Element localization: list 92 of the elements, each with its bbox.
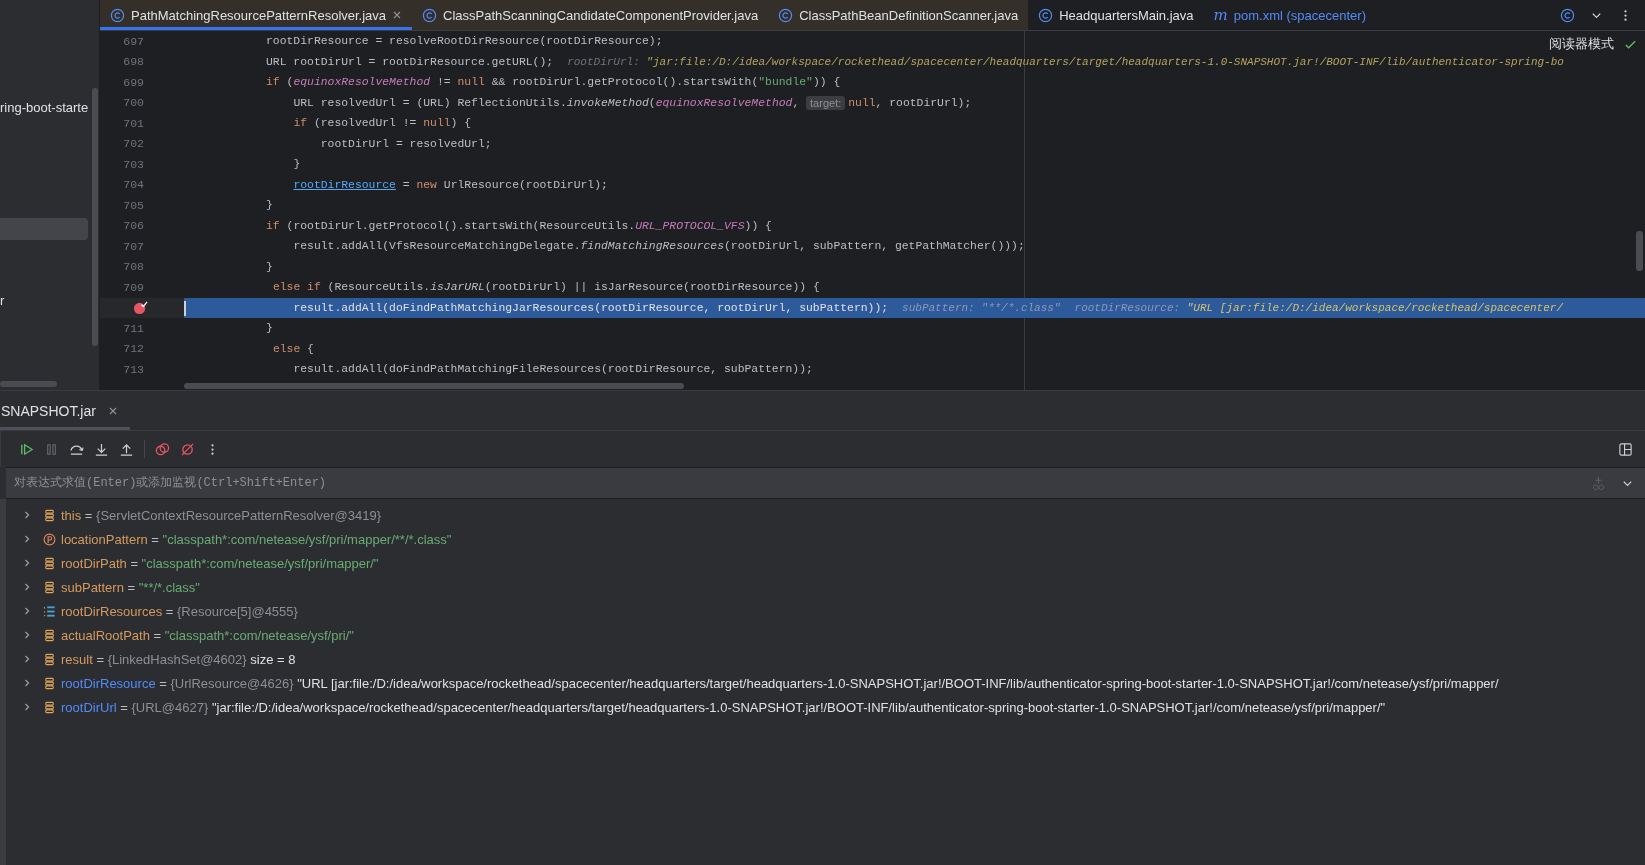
field-icon	[43, 508, 56, 522]
code-line: result.addAll(doFindPathMatchingFileResources(rootDirResource, subPattern));	[292, 363, 813, 376]
project-tree-item[interactable]: ring-boot-starte	[0, 97, 88, 119]
parameter-icon	[43, 532, 56, 546]
variable-entry: rootDirPath = "classpath*:com/netease/ysf/pri/mapper/"	[61, 555, 379, 571]
field-icon	[43, 652, 56, 666]
line-number: 704	[123, 178, 144, 192]
tab-label: pom.xml (spacecenter)	[1233, 7, 1366, 23]
expression-input[interactable]: 对表达式求值(Enter)或添加监视(Ctrl+Shift+Enter)	[6, 469, 1577, 497]
code-line: else {	[271, 342, 314, 355]
line-number: 699	[123, 75, 144, 89]
class-icon	[422, 7, 438, 23]
code-line: null, rootDirUrl);	[848, 96, 972, 109]
class-icon	[110, 7, 125, 23]
line-number: 706	[123, 219, 144, 233]
line-number: 697	[123, 34, 144, 48]
variable-entry: rootDirResource = {UrlResource@4626} "URL [jar:file:/D:/idea/workspace/rockethead/spacecenter/headquarters/target/headquarters-1.0-SNAPSHOT.jar!/BOOT-INF/lib/authenticator-spring-boot-starter-1.0-SNAPSHOT.jar!/com/netease/ysf/pri/mapper/	[61, 675, 1499, 691]
line-number: 711	[123, 321, 144, 335]
variable-entry: subPattern = "**/*.class"	[61, 579, 200, 595]
scrollbar-thumb[interactable]	[0, 381, 57, 387]
editor-tab[interactable]: ClassPathBeanDefinitionScanner.java	[768, 0, 1029, 30]
evaluate-expression-field[interactable]: 对表达式求值(Enter)或添加监视(Ctrl+Shift+Enter)	[6, 467, 1645, 499]
scrollbar-thumb[interactable]	[1636, 231, 1643, 271]
line-number: 713	[123, 362, 144, 376]
code-line: rootDirResource = resolveRootDirResource(rootDirResource);	[265, 35, 663, 48]
tab-label: ClassPathBeanDefinitionScanner.java	[799, 7, 1019, 23]
class-icon	[1038, 7, 1054, 23]
field-icon	[43, 700, 56, 714]
code-line: rootDirUrl = resolvedUrl;	[319, 137, 492, 150]
code-line: result.addAll(VfsResourceMatchingDelegate.findMatchingResources(rootDirUrl, subPattern, getPathMatcher()));	[292, 240, 1025, 253]
maven-icon: m	[1213, 6, 1228, 24]
line-number: 702	[123, 137, 144, 151]
code-line: }	[292, 158, 301, 171]
inline-value-hint: subPattern: "**/*.class"	[902, 301, 1061, 314]
scrollbar-thumb[interactable]	[92, 88, 98, 346]
layout-icon[interactable]	[1618, 441, 1633, 457]
parameter-hint: target:	[806, 95, 846, 110]
code-line: if (rootDirUrl.getProtocol().startsWith(ResourceUtils.URL_PROTOCOL_VFS)) {	[265, 219, 772, 232]
code-line: if (resolvedUrl != null) {	[292, 117, 472, 130]
line-number: 709	[123, 280, 144, 294]
variable-entry: rootDirResources = {Resource[5]@4555}	[61, 603, 298, 619]
line-number: 707	[123, 239, 144, 253]
tab-label: PathMatchingResourcePatternResolver.java	[131, 7, 387, 23]
variable-entry: this = {ServletContextResourcePatternResolver@3419}	[61, 507, 381, 523]
variable-entry: locationPattern = "classpath*:com/netease/ysf/pri/mapper/**/*.class"	[61, 531, 452, 547]
project-tree-item[interactable]: r	[0, 290, 88, 312]
breakpoint-icon[interactable]	[133, 300, 148, 316]
field-icon	[43, 628, 56, 642]
editor-tab[interactable]: PathMatchingResourcePatternResolver.java	[100, 0, 413, 30]
scrollbar-thumb[interactable]	[184, 383, 684, 389]
code-line: if (equinoxResolveMethod != null && rootDirUrl.getProtocol().startsWith("bundle")) {	[265, 76, 841, 89]
line-number: 703	[123, 157, 144, 171]
inline-value-hint: rootDirResource: "URL [jar:file:/D:/idea/workspace/rockethead/spacecenter/	[1074, 301, 1564, 314]
line-number: 708	[123, 260, 144, 274]
code-line: URL resolvedUrl = (URL) ReflectionUtils.invokeMethod(equinoxResolveMethod,	[292, 96, 801, 109]
class-icon	[778, 7, 794, 23]
editor-tab[interactable]: ClassPathScanningCandidateComponentProvider.java	[412, 0, 769, 30]
code-line: }	[265, 199, 273, 212]
code-line: rootDirResource = new UrlResource(rootDirUrl);	[292, 178, 608, 191]
code-line: else if (ResourceUtils.isJarURL(rootDirUrl) || isJarResource(rootDirResource)) {	[271, 281, 820, 294]
step-into-icon[interactable]	[94, 441, 109, 457]
line-number: 698	[123, 55, 144, 69]
field-icon	[43, 580, 56, 594]
code-line: }	[265, 322, 273, 335]
tab-label: HeadquartersMain.java	[1059, 7, 1194, 23]
tab-label: SNAPSHOT.jar	[1, 402, 96, 419]
line-number: 712	[123, 342, 144, 356]
debug-session-tab[interactable]: SNAPSHOT.jar	[0, 391, 130, 430]
variable-entry: actualRootPath = "classpath*:com/netease/ysf/pri/"	[61, 627, 354, 643]
inline-value-hint: rootDirUrl: "jar:file:/D:/idea/workspace/rockethead/spacecenter/headquarters/target/headquarters-1.0-SNAPSHOT.jar!/BOOT-INF/lib/authenticator-spring-bo	[567, 55, 1564, 68]
line-number: 701	[123, 116, 144, 130]
editor-tab[interactable]: m pom.xml (spacecenter)	[1203, 0, 1376, 30]
line-number: 705	[123, 198, 144, 212]
array-icon	[43, 604, 56, 618]
field-icon	[43, 676, 56, 690]
pause-icon[interactable]	[44, 441, 59, 457]
tab-label: ClassPathScanningCandidateComponentProvider.java	[443, 7, 759, 23]
resume-icon[interactable]	[19, 441, 34, 457]
code-line: result.addAll(doFindPathMatchingJarResources(rootDirResource, rootDirUrl, subPattern));	[292, 301, 889, 314]
variable-entry: rootDirUrl = {URL@4627} "jar:file:/D:/idea/workspace/rockethead/spacecenter/headquarters/target/headquarters-1.0-SNAPSHOT.jar!/BOOT-INF/lib/authenticator-spring-boot-starter-1.0-SNAPSHOT.jar!/com/netease/ysf/pri/mapper/"	[61, 699, 1386, 715]
line-number: 700	[123, 96, 144, 110]
class-icon[interactable]	[1560, 7, 1575, 23]
code-line: }	[265, 260, 273, 273]
variable-entry: result = {LinkedHashSet@4602} size = 8	[61, 651, 296, 667]
close-icon[interactable]	[107, 405, 118, 416]
close-icon[interactable]	[392, 10, 403, 20]
mute-breakpoints-icon[interactable]	[180, 441, 195, 457]
code-line: URL rootDirUrl = rootDirResource.getURL();	[265, 55, 554, 68]
field-icon	[43, 556, 56, 570]
editor-tab[interactable]: HeadquartersMain.java	[1028, 0, 1204, 30]
breakpoints-icon[interactable]	[155, 441, 170, 457]
step-out-icon[interactable]	[119, 441, 134, 457]
